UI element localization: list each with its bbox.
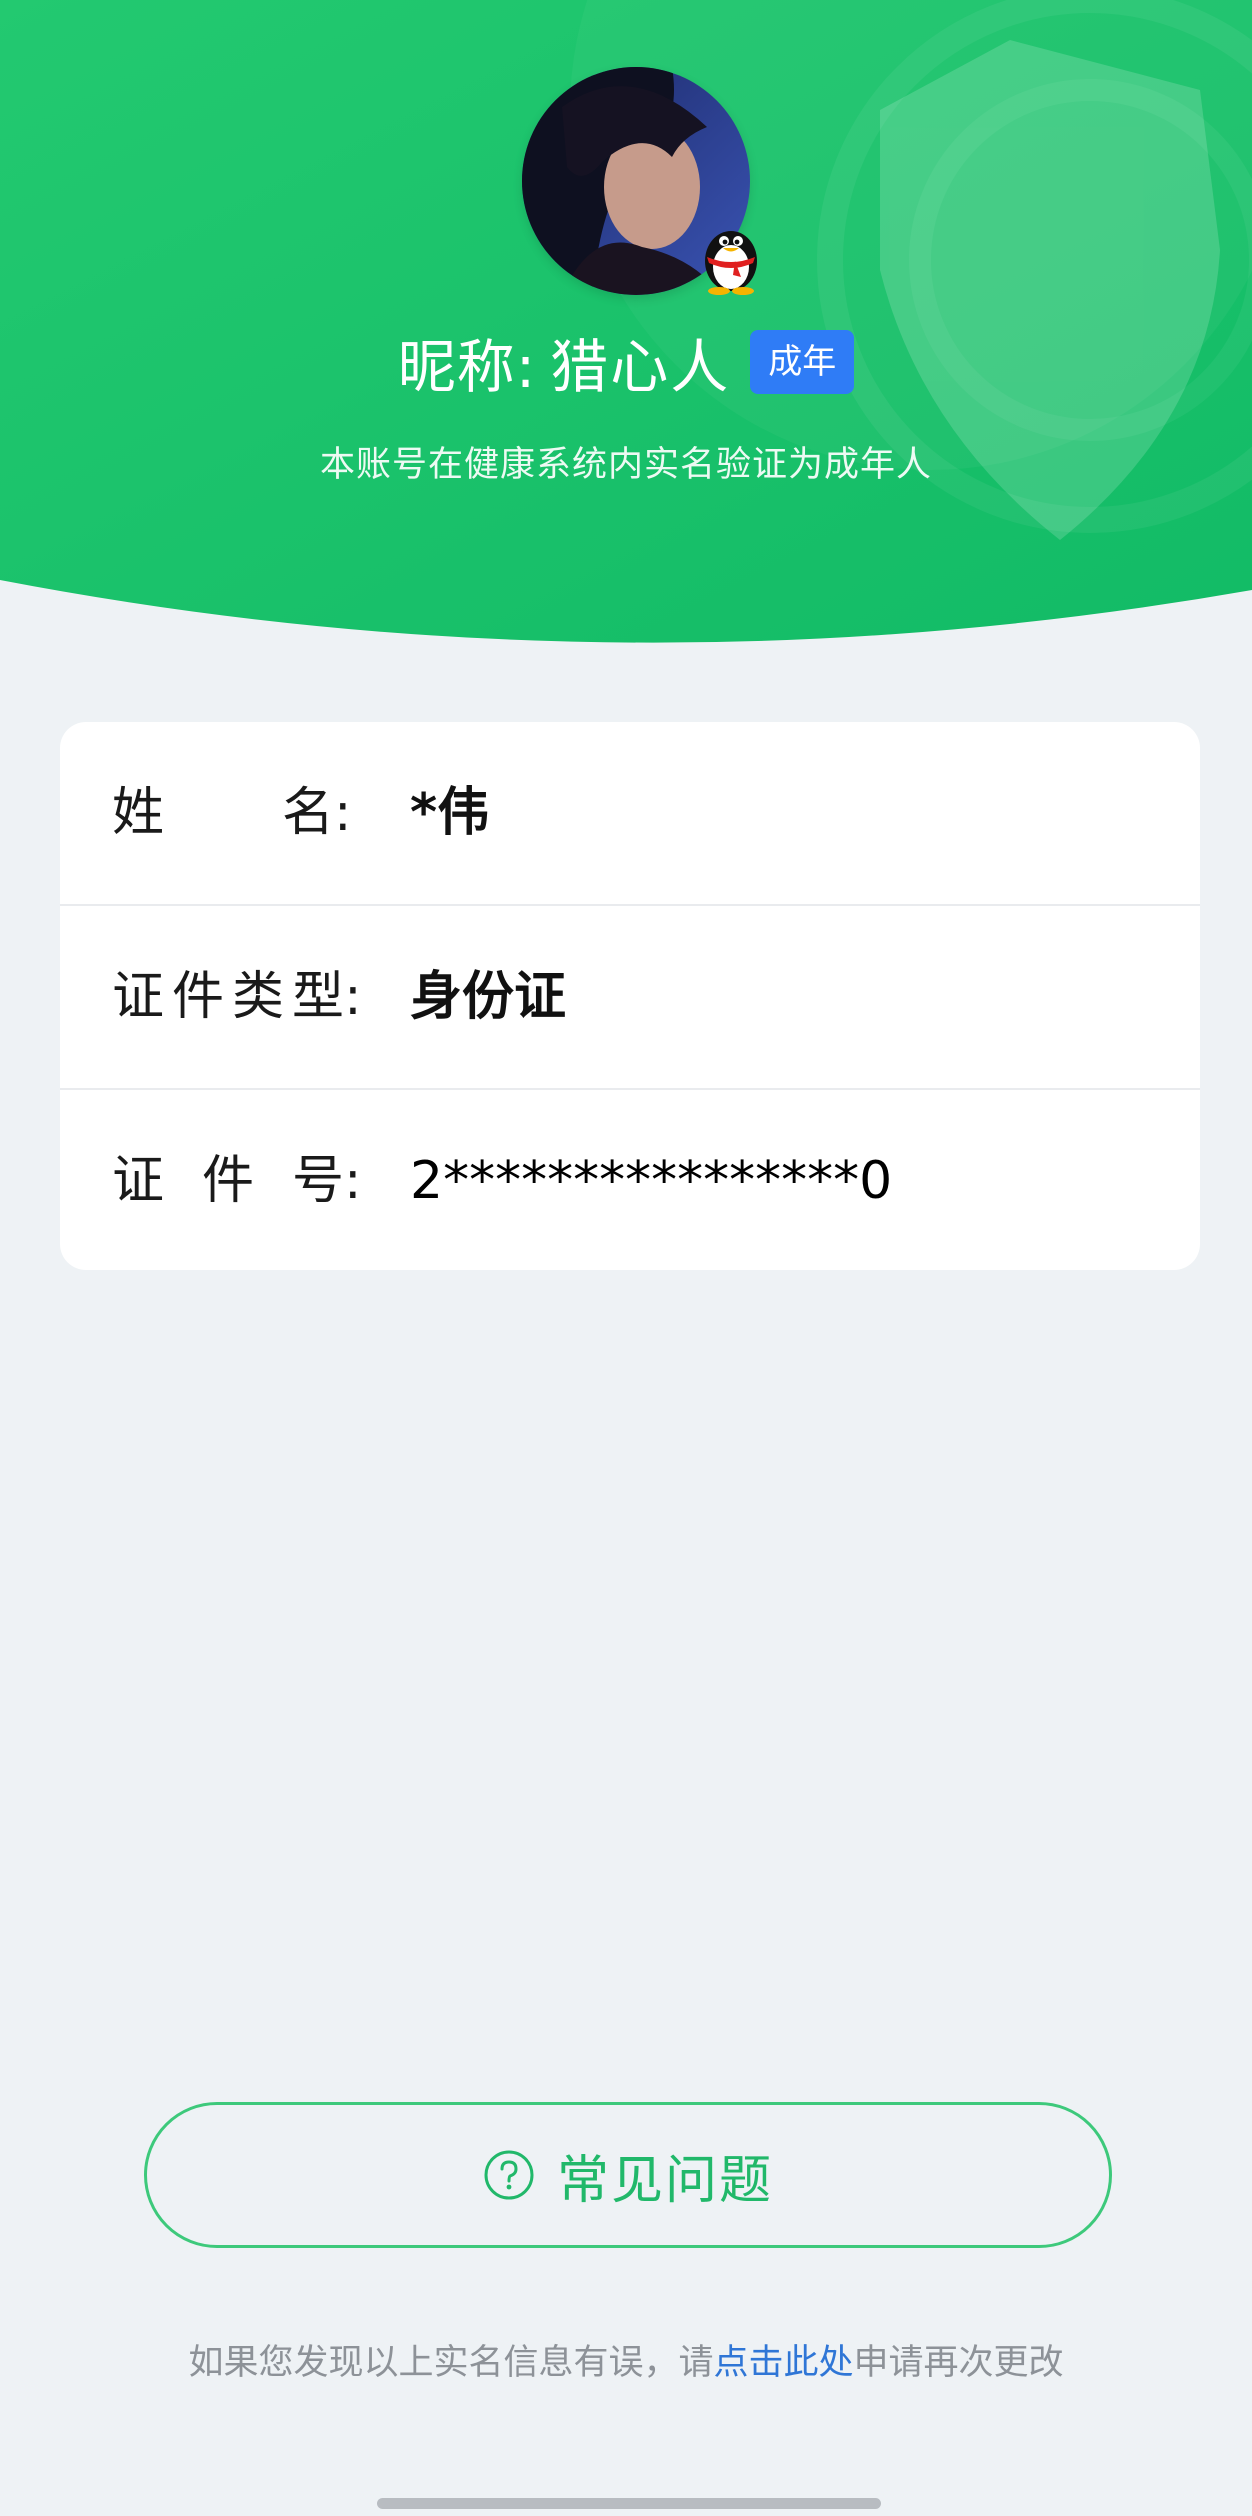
label-char: :	[334, 783, 352, 843]
nickname-label: 昵称:	[397, 333, 537, 401]
name-value: *伟	[410, 783, 490, 843]
info-row-id-number: 证件号: 2****************0	[60, 1090, 1200, 1270]
label-char: 号	[292, 1151, 345, 1211]
verification-subtitle: 本账号在健康系统内实名验证为成年人	[319, 445, 932, 485]
nickname-value: 猎心人	[550, 333, 731, 401]
label-char: 件	[202, 1151, 255, 1211]
label-char: 证	[112, 1151, 165, 1211]
faq-button[interactable]: 常见问题	[144, 2102, 1112, 2248]
footer-prefix: 如果您发现以上实名信息有误，请	[188, 2343, 714, 2383]
label-char: 型	[292, 967, 345, 1027]
info-row-label: 姓 名:	[112, 722, 424, 904]
label-char: 证	[112, 967, 165, 1027]
footer-note: 如果您发现以上实名信息有误，请点击此处申请再次更改	[0, 2334, 1252, 2385]
id-type-value: 身份证	[410, 967, 567, 1027]
label-char: 名	[282, 783, 335, 843]
faq-label: 常见问题	[556, 2150, 773, 2211]
label-char: :	[344, 967, 362, 1027]
header-banner: 昵称: 猎心人 成年 本账号在健康系统内实名验证为成年人	[0, 0, 1252, 660]
home-indicator[interactable]	[377, 2498, 881, 2509]
info-row-name: 姓 名: *伟	[60, 722, 1200, 904]
question-circle-icon	[484, 2150, 534, 2200]
qq-penguin-icon	[705, 231, 757, 295]
label-char: 件	[172, 967, 225, 1027]
change-request-link[interactable]: 点击此处	[713, 2343, 853, 2383]
identity-info-card: 姓名: *伟 证件类型: 身份证 证件号: 2****************0	[60, 722, 1200, 1270]
avatar-container[interactable]	[522, 67, 757, 295]
adult-badge: 成年	[750, 330, 855, 394]
info-row-label: 证件类型:	[112, 906, 424, 1088]
label-char: 类	[232, 967, 285, 1027]
id-number-value: 2****************0	[410, 1151, 893, 1211]
label-char: 姓	[112, 783, 165, 843]
nickname-row: 昵称: 猎心人 成年	[0, 322, 1252, 402]
footer-suffix: 申请再次更改	[853, 2343, 1064, 2383]
info-row-id-type: 证件类型: 身份证	[60, 906, 1200, 1088]
label-char: :	[344, 1151, 362, 1211]
info-row-label: 证件号:	[112, 1090, 424, 1270]
